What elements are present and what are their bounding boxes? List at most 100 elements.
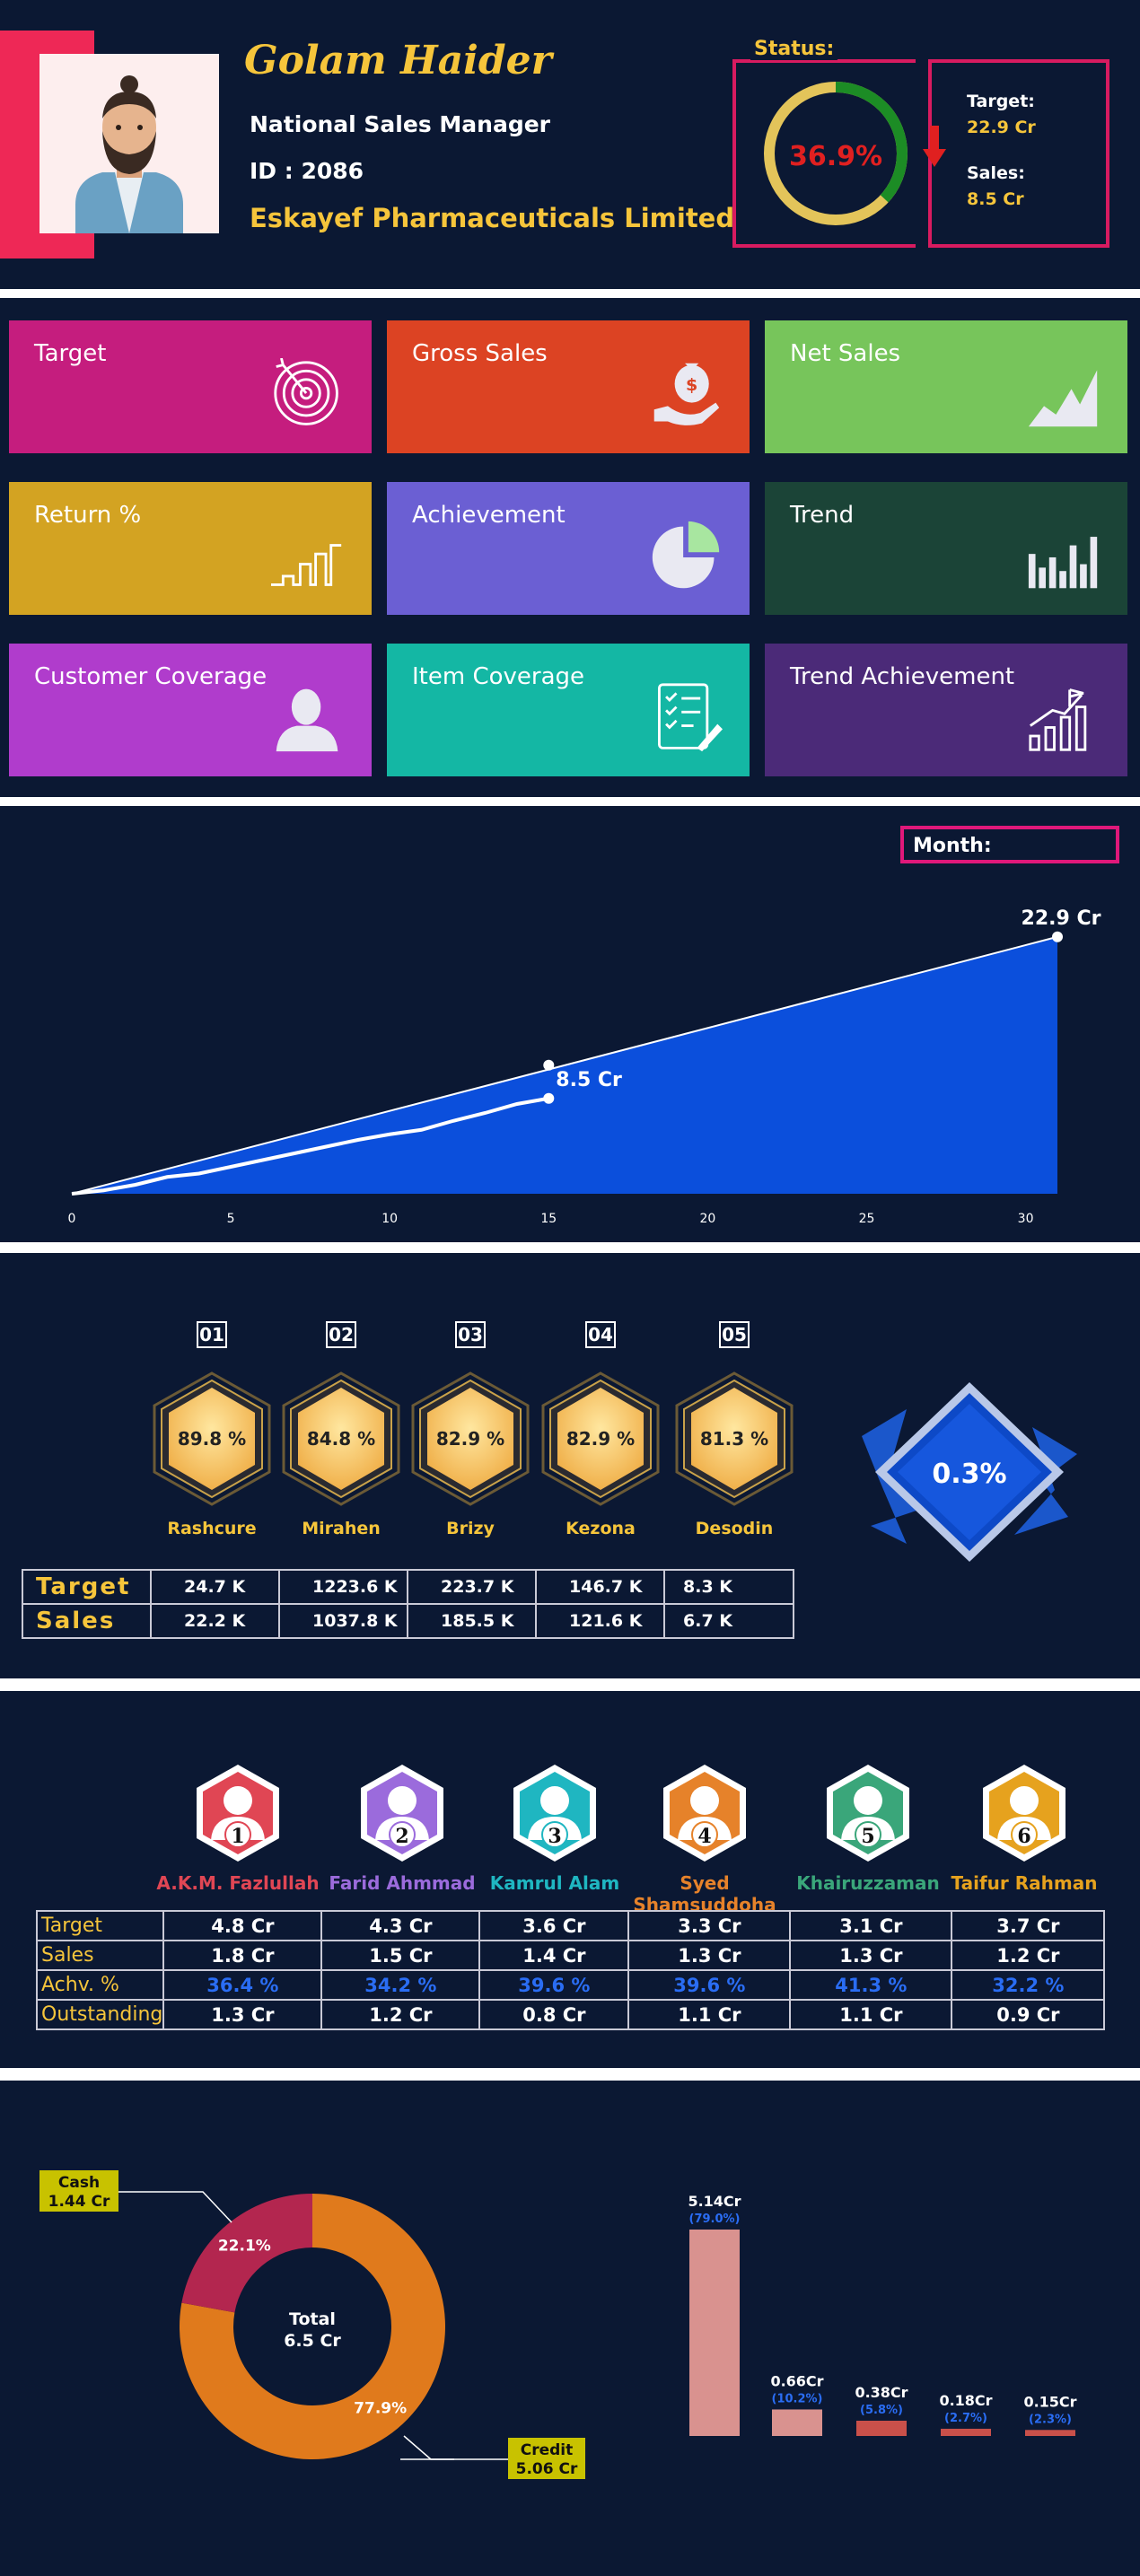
row-label-sales: Sales [35,1940,165,1971]
target-icon [274,358,338,425]
tile-net-sales[interactable]: Net Sales [765,320,1127,453]
collection-bar [772,2409,822,2436]
rank-badge: 03 [455,1321,486,1348]
table-cell: 22.2 K [150,1603,280,1639]
bar-value-label: 0.38Cr [855,2384,908,2401]
table-cell: 1.8 Cr [162,1940,323,1971]
tile-gross-sales[interactable]: Gross Sales $ [387,320,750,453]
product-achievement: 82.9 % [566,1428,635,1450]
cash-label: Cash [58,2174,100,2192]
product-hexagon: 82.9 % [411,1371,530,1506]
credit-value: 5.06 Cr [516,2460,578,2478]
table-cell: 1223.6 K [278,1569,408,1605]
collection-bar [689,2230,740,2436]
avatar [39,54,219,233]
table-cell: 36.4 % [162,1969,323,2001]
manager-avatar-icon: 3 [513,1765,596,1862]
manager-rank: 4 [697,1825,711,1848]
table-cell: 1.3 Cr [627,1940,792,1971]
bar-percent-label: (5.8%) [860,2404,903,2417]
x-tick-label: 5 [227,1212,235,1226]
product-name: Kezona [566,1519,636,1538]
svg-text:$: $ [686,375,697,395]
status-gauge: 36.9% [764,82,908,225]
sales-label: Sales: [967,163,1025,183]
tile-trend[interactable]: Trend [765,482,1127,615]
product-name: Desodin [695,1519,774,1538]
tile-label: Net Sales [790,340,901,367]
rank-badge: 05 [719,1321,750,1348]
money-bag-hand-icon: $ [653,363,720,425]
table-cell: 1.1 Cr [627,1999,792,2030]
table-cell: 1.1 Cr [789,1999,953,2030]
credit-label: Credit [521,2441,574,2459]
table-cell: 121.6 K [535,1603,665,1639]
bar-chart-icon [1028,537,1098,589]
table-cell: 32.2 % [951,1969,1106,2001]
row-label-sales: Sales [22,1603,152,1639]
x-tick-label: 10 [381,1212,398,1226]
x-tick-label: 0 [68,1212,76,1226]
table-cell: 6.7 K [663,1603,794,1639]
profile-header: Golam Haider National Sales Manager ID :… [0,0,1140,289]
product-hexagon: 89.8 % [153,1371,271,1506]
tile-return[interactable]: Return % [9,482,372,615]
table-cell: 39.6 % [478,1969,630,2001]
status-values-box [928,59,1109,248]
collection-section: 77.9% 22.1% Total 6.5 Cr Cash 1.44 Cr Credit 5.… [0,2081,1140,2576]
credit-leader-line [403,2435,508,2460]
product-name: Brizy [446,1519,495,1538]
table-cell: 3.6 Cr [478,1910,630,1941]
target-vs-sales-chart: 8.5 Cr 22.9 Cr 0 5 10 15 20 25 30 [68,907,1101,1226]
tile-label: Target [34,340,107,367]
table-row: Achv. % 36.4 % 34.2 % 39.6 % 39.6 % 41.3… [35,1969,1106,2001]
table-cell: 1037.8 K [278,1603,408,1639]
target-value: 22.9 Cr [967,118,1036,137]
sales-marker-top [543,1059,555,1071]
product-hexagon: 84.8 % [282,1371,400,1506]
employee-role: National Sales Manager [250,111,551,137]
slice-percent-label: 77.9% [354,2400,407,2418]
tile-item-coverage[interactable]: Item Coverage [387,644,750,776]
table-cell: 3.3 Cr [627,1910,792,1941]
x-tick-label: 25 [859,1212,875,1226]
manager-rank: 2 [395,1825,408,1848]
x-tick-label: 20 [699,1212,715,1226]
table-cell: 1.5 Cr [320,1940,481,1971]
managers-table: Target 4.8 Cr 4.3 Cr 3.6 Cr 3.3 Cr 3.1 C… [35,1910,1106,2030]
managers-section: 1 A.K.M. Fazlullah 2 Farid Ahmmad 3 Kamrul Al… [0,1691,1140,2068]
area-chart-icon [1028,370,1098,427]
rank-badge: 04 [585,1321,616,1348]
tile-achievement[interactable]: Achievement [387,482,750,615]
manager-avatar-icon: 6 [983,1765,1065,1862]
table-cell: 4.8 Cr [162,1910,323,1941]
bar-value-label: 0.66Cr [770,2372,823,2389]
target-point [1052,931,1063,942]
bar-percent-label: (2.7%) [944,2412,987,2425]
monthly-chart-section: Month: 8.5 Cr 22.9 Cr 0 5 10 15 20 25 30 [0,806,1140,1242]
table-cell: 3.7 Cr [951,1910,1106,1941]
product-achievement: 82.9 % [436,1428,504,1450]
collection-bar-chart: 5.14Cr (79.0%) 0.66Cr (10.2%) 0.38Cr (5.8%) 0.… [688,2193,1077,2436]
collection-bar [856,2420,907,2436]
product-name: Rashcure [167,1519,257,1538]
donut-center-total: 6.5 Cr [284,2331,341,2351]
table-cell: 223.7 K [407,1569,537,1605]
table-cell: 34.2 % [320,1969,481,2001]
person-icon [276,688,338,752]
cash-value: 1.44 Cr [48,2193,110,2211]
x-tick-label: 15 [540,1212,557,1226]
tile-target[interactable]: Target [9,320,372,453]
tile-label: Trend Achievement [790,663,1015,690]
tile-customer-coverage[interactable]: Customer Coverage [9,644,372,776]
table-cell: 0.9 Cr [951,1999,1106,2030]
collection-bar [1025,2430,1075,2436]
status-label: Status: [750,38,838,60]
manager-name: Khairuzzaman [796,1872,940,1894]
table-row: Target 4.8 Cr 4.3 Cr 3.6 Cr 3.3 Cr 3.1 C… [35,1910,1106,1941]
tile-trend-achievement[interactable]: Trend Achievement [765,644,1127,776]
table-row: Outstanding 1.3 Cr 1.2 Cr 0.8 Cr 1.1 Cr … [35,1999,1106,2030]
table-cell: 185.5 K [407,1603,537,1639]
tile-label: Trend [790,502,855,529]
manager-name: A.K.M. Fazlullah [156,1872,320,1894]
